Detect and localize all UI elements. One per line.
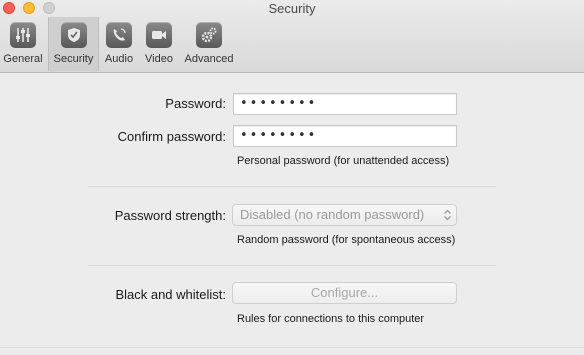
tab-video-label: Video	[145, 53, 173, 65]
confirm-password-field[interactable]: ••••••••	[233, 125, 457, 147]
video-camera-icon	[146, 22, 172, 48]
personal-password-hint: Personal password (for unattended access…	[237, 155, 450, 167]
window-title: Security	[268, 1, 316, 16]
password-strength-select[interactable]: Disabled (no random password)	[232, 204, 457, 226]
tab-general-label: General	[3, 53, 43, 65]
password-strength-label: Password strength:	[114, 208, 226, 223]
tab-security-label: Security	[53, 53, 94, 65]
password-strength-value: Disabled (no random password)	[240, 207, 425, 222]
tab-security[interactable]: Security	[48, 17, 99, 71]
phone-icon	[106, 22, 132, 48]
tab-advanced[interactable]: Advanced	[180, 17, 238, 71]
configure-button[interactable]: Configure...	[232, 282, 457, 304]
chevron-up-down-icon	[443, 208, 452, 225]
sliders-icon	[10, 22, 36, 48]
black-whitelist-label: Black and whitelist:	[115, 287, 226, 302]
tab-advanced-label: Advanced	[184, 53, 234, 65]
tab-general[interactable]: General	[0, 17, 46, 71]
divider	[88, 265, 496, 266]
divider	[0, 347, 584, 348]
password-field[interactable]: ••••••••	[233, 93, 457, 115]
divider	[88, 186, 496, 187]
tab-audio[interactable]: Audio	[100, 17, 138, 71]
shield-icon	[60, 22, 87, 48]
random-password-hint: Random password (for spontaneous access)	[237, 234, 456, 246]
confirm-password-label: Confirm password:	[117, 129, 226, 144]
tab-audio-label: Audio	[104, 53, 134, 65]
gears-icon	[196, 22, 222, 48]
title-bar: Security General Security Audio Video Ad…	[0, 0, 584, 73]
connection-rules-hint: Rules for connections to this computer	[237, 313, 425, 325]
password-label: Password:	[165, 96, 226, 111]
preferences-window: Security General Security Audio Video Ad…	[0, 0, 584, 355]
tab-video[interactable]: Video	[140, 17, 178, 71]
